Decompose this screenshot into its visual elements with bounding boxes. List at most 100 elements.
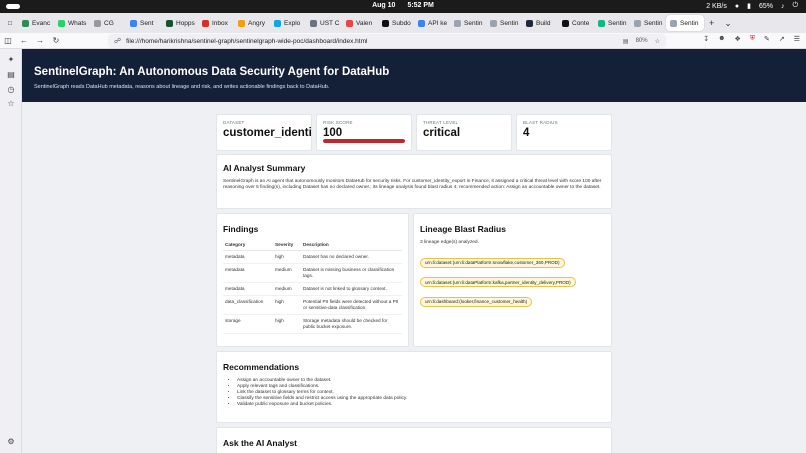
ai-chat-icon[interactable]: ✦ (0, 55, 22, 64)
menu-icon[interactable]: ☰ (794, 35, 800, 43)
list-all-tabs-icon[interactable]: □ (4, 15, 18, 31)
tab-15[interactable]: Build (522, 15, 558, 31)
reader-view-icon[interactable]: ▤ (623, 38, 629, 45)
column-header: Category (223, 240, 273, 251)
tab-label: Subdo (392, 19, 411, 27)
tab-8[interactable]: Explo (270, 15, 306, 31)
findings-lineage-row: Findings Category Severity Description met… (216, 213, 612, 347)
table-cell: high (273, 250, 301, 264)
zoom-level[interactable]: 80% (636, 38, 648, 44)
tab-17[interactable]: Sentin (594, 15, 630, 31)
metric-dataset: DATASET customer_identity_export (216, 114, 312, 151)
tab-favicon-icon (130, 19, 137, 27)
risk-score-fill (323, 139, 405, 143)
history-icon[interactable]: ◷ (0, 85, 22, 94)
tab-7[interactable]: Angry (234, 15, 270, 31)
table-cell: Potential PII fields were detected witho… (301, 295, 402, 315)
tab-favicon-icon (346, 19, 353, 27)
clock-date: Aug 10 (372, 2, 396, 9)
tab-overflow-icon[interactable]: ⌄ (719, 18, 737, 29)
clock[interactable]: Aug 10 5:52 PM (0, 2, 806, 9)
page-info-icon[interactable]: ☍ (114, 37, 121, 45)
threat-level-value: critical (423, 127, 461, 139)
forward-icon[interactable]: → (32, 36, 48, 45)
tab-favicon-icon (454, 19, 461, 27)
lineage-edge-badge: urn:li:dashboard:(looker,finance_custome… (420, 296, 533, 307)
new-tab-icon[interactable]: + (704, 18, 719, 28)
tab-label: Hopps (176, 19, 195, 27)
navigation-bar: ◫ ← → ↻ ☍ file:///home/harikrishna/senti… (0, 33, 806, 49)
shield-icon[interactable]: ⛨ (750, 35, 755, 43)
tab-9[interactable]: UST C (306, 15, 342, 31)
page-title: SentinelGraph: An Autonomous Data Securi… (34, 66, 390, 78)
metric-label: DATASET (223, 120, 245, 125)
lineage-edge-badge: urn:li:dataset:(urn:li:dataPlatform:kafk… (420, 277, 576, 287)
metric-blast-radius: BLAST RADIUS 4 (516, 114, 612, 151)
section-heading: Recommendations (223, 362, 300, 372)
table-cell: metadata (223, 282, 273, 296)
tab-2[interactable]: Whats (54, 15, 90, 31)
findings-card: Findings Category Severity Description met… (216, 213, 409, 347)
tab-favicon-icon (598, 19, 605, 27)
ai-summary-card: AI Analyst Summary SentinelGraph is an A… (216, 154, 612, 209)
tab-4[interactable]: Sent (126, 15, 162, 31)
list-item: Validate public exposure and bucket poli… (237, 402, 605, 408)
tab-1[interactable]: Evanc (18, 15, 54, 31)
recommendations-card: Recommendations Assign an accountable ow… (216, 351, 612, 423)
system-status[interactable]: 2 KB/s ● ▮ 65% ♪ ⏻ (706, 2, 798, 10)
page-header: SentinelGraph: An Autonomous Data Securi… (22, 49, 806, 102)
address-bar[interactable]: ☍ file:///home/harikrishna/sentinel-grap… (108, 34, 666, 48)
extension-puzzle-icon[interactable]: ✎ (764, 35, 770, 43)
customize-sidebar-icon[interactable]: ⚙ (0, 437, 22, 446)
back-icon[interactable]: ← (16, 36, 32, 45)
tab-13[interactable]: Sentin (450, 15, 486, 31)
table-cell: Storage metadata should be checked for p… (301, 314, 402, 334)
tab-label: UST C (320, 19, 340, 27)
battery-icon: ▮ (747, 3, 751, 10)
table-cell: medium (273, 263, 301, 283)
tab-5[interactable]: Hopps (162, 15, 198, 31)
tab-favicon-icon (94, 19, 101, 27)
tab-16[interactable]: Conte (558, 15, 594, 31)
downloads-icon[interactable]: ↧ (703, 35, 709, 43)
reload-icon[interactable]: ↻ (48, 36, 64, 45)
metric-label: BLAST RADIUS (523, 120, 558, 125)
tab-11[interactable]: Subdo (378, 15, 414, 31)
tab-14[interactable]: Sentin (486, 15, 522, 31)
tab-label: Sentin (608, 19, 627, 27)
tab-label: Conte (572, 19, 590, 27)
table-cell: Dataset has no declared owner. (301, 250, 402, 264)
tab-18[interactable]: Sentin (630, 15, 666, 31)
table-row: metadata medium Dataset is missing busines… (223, 263, 402, 283)
tab-19[interactable]: Sentin× (666, 15, 704, 31)
bookmarks-icon[interactable]: ☆ (0, 99, 22, 108)
tab-favicon-icon (58, 19, 65, 27)
extensions-icon[interactable]: ❖ (734, 35, 740, 43)
sidebar-toggle-icon[interactable]: ◫ (0, 36, 16, 45)
wifi-icon: ● (734, 2, 740, 10)
table-cell: high (273, 314, 301, 334)
table-cell: high (273, 295, 301, 315)
findings-table: Category Severity Description metadata high… (223, 240, 402, 334)
toolbar-right: ↧ ☻ ❖ ⛨ ✎ ↗ ☰ (703, 35, 800, 43)
tab-label: Sentin (644, 19, 663, 27)
tab-favicon-icon (562, 19, 569, 27)
tab-label: Sentin (464, 19, 483, 27)
account-icon[interactable]: ☻ (718, 35, 725, 43)
share-icon[interactable]: ↗ (779, 35, 785, 43)
bookmark-star-icon[interactable]: ☆ (655, 38, 660, 45)
tab-favicon-icon (166, 19, 173, 27)
risk-score-bar (323, 139, 405, 143)
tab-3[interactable]: CG (90, 15, 126, 31)
tab-6[interactable]: Inbox (198, 15, 234, 31)
section-heading: Lineage Blast Radius (420, 224, 506, 234)
tab-12[interactable]: API ke (414, 15, 450, 31)
synced-tabs-icon[interactable]: ▤ (0, 70, 22, 79)
table-row: metadata high Dataset has no declared owne… (223, 250, 402, 264)
table-cell: Dataset is not linked to glossary contex… (301, 282, 402, 296)
section-heading: Ask the AI Analyst (223, 438, 298, 448)
page-viewport[interactable]: SentinelGraph: An Autonomous Data Securi… (22, 49, 806, 453)
tab-10[interactable]: Valen (342, 15, 378, 31)
volume-icon: ♪ (780, 2, 785, 10)
tab-label: Sentin (500, 19, 519, 27)
